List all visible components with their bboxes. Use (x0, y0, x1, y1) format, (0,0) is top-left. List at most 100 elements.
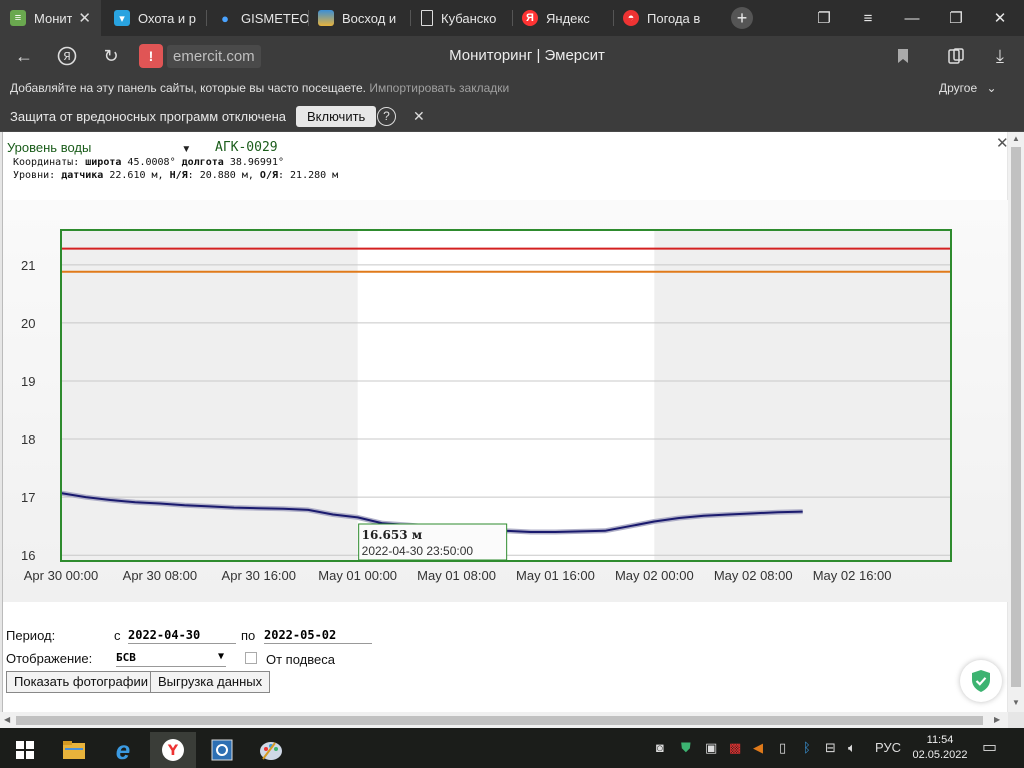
y-tick-label: 20 (21, 316, 35, 331)
close-tab-icon[interactable]: ✕ (78, 9, 91, 27)
ny-value: 20.880 м, (199, 170, 254, 181)
scroll-right-icon[interactable]: ▶ (994, 715, 1000, 724)
import-bookmarks-link[interactable]: Импортировать закладки (369, 81, 509, 95)
y-tick-label: 17 (21, 490, 35, 505)
x-tick-label: Apr 30 16:00 (222, 568, 296, 583)
paint-icon[interactable] (248, 732, 294, 768)
to-label: по (241, 628, 256, 643)
close-infobar-icon[interactable]: ✕ (413, 108, 425, 125)
shield-icon (972, 670, 990, 692)
lat-value: 45.0008° (127, 157, 176, 168)
horizontal-scroll-thumb[interactable] (16, 716, 983, 725)
app-window-icon[interactable] (199, 732, 245, 768)
scroll-left-icon[interactable]: ◀ (4, 715, 10, 724)
tab-sunrise[interactable]: Восход и (308, 0, 409, 36)
bookmark-icon[interactable] (891, 44, 915, 68)
tab-weather[interactable]: ◓ Погода в (613, 0, 714, 36)
gismeteo-drop-icon: ● (221, 10, 229, 26)
display-select[interactable]: БСВ ▼ (116, 651, 226, 667)
sensor-label: датчика (61, 170, 104, 181)
vertical-scroll-thumb[interactable] (1011, 147, 1021, 687)
tray-shield-icon[interactable]: ⛊ (681, 740, 691, 756)
close-panel-icon[interactable]: ✕ (996, 134, 1009, 152)
tab-yandex[interactable]: Я Яндекс (512, 0, 613, 36)
suspension-label: От подвеса (266, 652, 335, 667)
suspension-checkbox[interactable] (245, 652, 257, 664)
tab-manager-icon[interactable]: ❐ (804, 0, 844, 36)
chat-favicon-icon: ▾ (114, 10, 130, 26)
x-tick-label: Apr 30 08:00 (123, 568, 197, 583)
tab-label: Погода в (647, 10, 701, 26)
sensor-value: 22.610 м, (109, 170, 164, 181)
horizontal-scrollbar[interactable]: ◀ ▶ (0, 712, 1008, 728)
other-bookmarks-button[interactable]: Другое ⌄ (939, 81, 997, 95)
parameter-select-value: Уровень воды (7, 140, 92, 155)
network-icon[interactable]: ⊟ (825, 740, 836, 756)
lon-label: долгота (181, 157, 224, 168)
protect-shield-button[interactable] (960, 660, 1002, 702)
parameter-select[interactable]: Уровень воды ▼ (7, 140, 191, 155)
tray-speaker-app-icon[interactable]: ◀ (753, 740, 763, 756)
volume-icon[interactable]: 🔈︎ (848, 740, 856, 756)
clock-date: 02.05.2022 (912, 749, 968, 761)
oy-value: 21.280 м (290, 170, 339, 181)
windows-start-icon[interactable] (2, 732, 48, 768)
browser-tab-bar: ≡ Монит ✕ ▾ Охота и р ● GISMETEO Восход … (0, 0, 1024, 36)
tray-usb-icon[interactable]: ▯ (779, 740, 786, 756)
chevron-down-icon: ⌄ (986, 81, 997, 95)
tab-label: Монит (34, 10, 73, 26)
coordinates-line: Координаты: широта 45.0008° долгота 38.9… (13, 157, 284, 168)
bluetooth-icon[interactable]: ᛒ (803, 740, 811, 755)
chevron-down-icon: ▼ (217, 651, 224, 662)
collections-icon[interactable] (944, 44, 968, 68)
weather-favicon-icon: ◓ (623, 10, 639, 26)
internet-explorer-icon[interactable]: e (100, 732, 146, 768)
tab-gismeteo[interactable]: ● GISMETEO (207, 0, 308, 36)
close-window-icon[interactable]: ✕ (980, 0, 1020, 36)
notifications-icon[interactable]: ▭ (982, 737, 997, 757)
vertical-scrollbar[interactable]: ▲ ▼ (1008, 132, 1024, 712)
new-tab-button[interactable]: + (731, 7, 753, 29)
download-icon[interactable]: ⤓ (988, 44, 1012, 68)
tooltip-value: 16.653 м (362, 528, 423, 542)
station-id: АГК-0029 (215, 140, 278, 155)
windows-taskbar: e Y ◙ ⛊ ▣ ▩ ◀ ▯ ᛒ ⊟ 🔈︎ РУС 11:54 02.05.2… (0, 728, 1024, 768)
water-level-chart[interactable]: 16 17 18 19 20 21 Apr 30 00:00 Apr 30 08:00 Apr … (3, 200, 1008, 602)
tray-red-app-icon[interactable]: ▩ (729, 740, 741, 756)
language-indicator[interactable]: РУС (875, 740, 901, 755)
ny-label: Н/Я (169, 170, 188, 181)
protection-infobar: Защита от вредоносных программ отключена… (0, 101, 1024, 132)
document-favicon-icon (421, 10, 433, 26)
page-title: Мониторинг | Эмерсит (449, 47, 605, 64)
yandex-browser-taskbar-icon[interactable]: Y (150, 732, 196, 768)
oy-label: О/Я (259, 170, 278, 181)
show-photos-button[interactable]: Показать фотографии (6, 671, 156, 693)
tray-app-icon[interactable]: ◙ (656, 740, 664, 755)
file-explorer-icon[interactable] (51, 732, 97, 768)
x-tick-label: May 01 00:00 (318, 568, 397, 583)
tab-monitoring[interactable]: ≡ Монит ✕ (0, 0, 101, 36)
help-icon[interactable]: ? (377, 107, 396, 126)
tray-window-icon[interactable]: ▣ (705, 740, 717, 756)
lon-value: 38.96991° (229, 157, 284, 168)
sunrise-favicon-icon (318, 10, 334, 26)
restore-icon[interactable]: ❐ (936, 0, 976, 36)
minimize-icon[interactable]: — (892, 0, 932, 36)
menu-icon[interactable]: ≡ (848, 0, 888, 36)
scroll-down-icon[interactable]: ▼ (1012, 698, 1020, 707)
tooltip-time: 2022-04-30 23:50:00 (362, 544, 474, 558)
from-date-input[interactable]: 2022-04-30 (128, 628, 236, 644)
enable-protection-button[interactable]: Включить (296, 106, 377, 127)
scroll-up-icon[interactable]: ▲ (1012, 134, 1020, 143)
system-clock[interactable]: 11:54 02.05.2022 (910, 733, 970, 763)
y-tick-label: 19 (21, 374, 35, 389)
period-label: Период: (6, 628, 56, 643)
export-data-button[interactable]: Выгрузка данных (150, 671, 271, 693)
tab-kuban[interactable]: Кубанско (411, 0, 512, 36)
tab-hunting[interactable]: ▾ Охота и р (104, 0, 205, 36)
monitoring-favicon-icon: ≡ (10, 10, 26, 26)
coords-label: Координаты: (13, 157, 80, 168)
y-tick-label: 21 (21, 258, 35, 273)
levels-label: Уровни: (13, 170, 56, 181)
to-date-input[interactable]: 2022-05-02 (264, 628, 372, 644)
